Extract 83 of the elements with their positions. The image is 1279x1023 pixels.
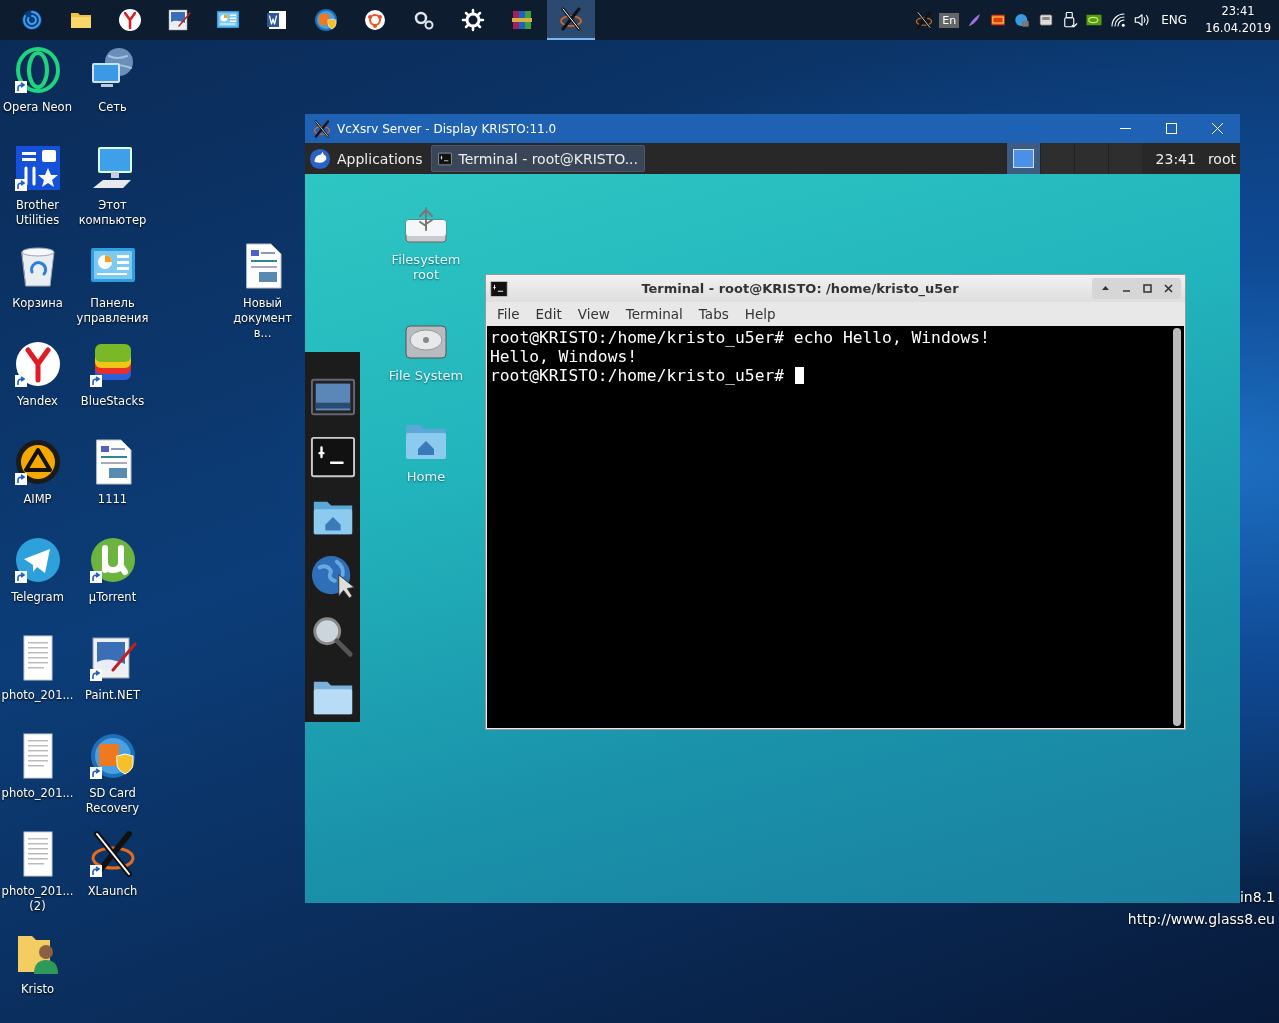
triangle-logo-icon[interactable] [13, 438, 62, 486]
volume-icon[interactable] [1133, 11, 1152, 29]
settings-icon [461, 8, 485, 32]
up-arrow-icon [1100, 284, 1110, 293]
wifi-icon[interactable] [1109, 11, 1128, 29]
desktop-icon-label[interactable]: XLaunch [75, 884, 150, 899]
ring-logo-icon[interactable] [13, 46, 62, 94]
usb-icon[interactable] [1061, 11, 1080, 29]
x-logo-icon [313, 119, 331, 138]
circle-of-friends-icon [363, 8, 387, 32]
desktop-icon-label[interactable]: Корзина [0, 296, 75, 311]
applications-menu-button[interactable]: Applications [305, 143, 431, 174]
terminal-icon [437, 151, 452, 166]
browser-logo-icon [118, 8, 142, 32]
workspace-switcher-button[interactable] [1107, 143, 1142, 174]
desktop-icon-label[interactable]: Opera Neon [0, 100, 75, 115]
desktop-icon-label[interactable]: photo_201... [0, 786, 75, 801]
panel-user[interactable]: root [1203, 150, 1240, 167]
mouse-logo-icon [309, 147, 331, 170]
desktop-icon-label[interactable]: Paint.NET [75, 688, 150, 703]
menu-item[interactable]: Terminal [617, 306, 691, 322]
terminal-line: Hello, Windows! [490, 347, 638, 366]
menu-item[interactable]: View [569, 306, 618, 322]
x-logo-taskbar-button[interactable] [547, 0, 595, 40]
scrollbar[interactable] [1173, 328, 1181, 726]
menu-item[interactable]: Help [736, 306, 784, 322]
language-indicator[interactable]: En [939, 12, 960, 28]
panel-clock[interactable]: 23:41 [1147, 150, 1204, 167]
desktop-icon-label[interactable]: µTorrent [75, 590, 150, 605]
desktop-icon-label[interactable]: SD Card Recovery [75, 786, 150, 816]
menu-item[interactable]: File [489, 306, 528, 322]
menu-item[interactable]: Edit [527, 306, 570, 322]
globe-cursor-icon [309, 554, 356, 600]
desktop-icon-label[interactable]: Этот компьютер [75, 198, 150, 228]
input-language[interactable]: ENG [1161, 13, 1188, 27]
x-logo-icon [559, 7, 583, 31]
clock-time[interactable]: 23:41 [1221, 3, 1255, 20]
text-cursor [795, 367, 805, 384]
swirl-logo-icon [20, 8, 44, 32]
desktop-overlay-text: in8.1 [1239, 888, 1275, 907]
desktop-icon-label[interactable]: Новый документ в... [225, 296, 300, 341]
desktop-icon-label[interactable]: Telegram [0, 590, 75, 605]
paper-plane-icon[interactable] [13, 536, 62, 584]
window-title: Terminal - root@KRISTO: /home/kristo_u5er [640, 281, 960, 296]
desktop-icon-label[interactable]: BlueStacks [75, 394, 150, 409]
sd-card-icon [314, 8, 338, 32]
maximize-icon [1142, 284, 1152, 293]
desktop-icon-label[interactable]: Сеть [75, 100, 150, 115]
word-document-icon [265, 8, 289, 32]
drive-icon[interactable] [1037, 11, 1056, 29]
desktop-icon-label[interactable]: 1111 [75, 492, 150, 507]
terminal-icon [309, 434, 356, 480]
desktop-icon-label[interactable]: photo_201... [0, 688, 75, 703]
globe-cursor-launcher[interactable] [309, 554, 356, 600]
toolbox-tiles-icon[interactable] [13, 144, 62, 192]
browser-logo-icon[interactable] [13, 340, 62, 388]
desktop-overlay-text: http://www.glass8.eu [1127, 910, 1275, 929]
terminal-line: root@KRISTO:/home/kristo_u5er# [490, 366, 785, 385]
maximize-icon [1165, 123, 1177, 134]
picture-brush-icon [167, 8, 191, 32]
terminal-line: root@KRISTO:/home/kristo_u5er# echo Hello, Windows! [490, 328, 990, 347]
desktop-icon-label[interactable]: Brother Utilities [0, 198, 75, 228]
close-icon [1211, 123, 1223, 134]
workspace-switcher-button[interactable] [1005, 143, 1040, 174]
workspace-switcher-button[interactable] [1073, 143, 1108, 174]
desktop-icon-label[interactable]: Kristo [0, 982, 75, 997]
window-title: VcXsrv Server - Display KRISTO:11.0 [337, 121, 557, 136]
desktop-icon-label[interactable]: Панель управления [75, 296, 150, 326]
archive-books-icon [510, 8, 534, 32]
desktop-icon-label[interactable]: AIMP [0, 492, 75, 507]
desktop-icon-label[interactable]: Yandex [0, 394, 75, 409]
close-icon [1163, 284, 1173, 293]
sd-card-icon[interactable] [88, 732, 137, 780]
x-logo-icon[interactable] [915, 11, 934, 29]
workspace-switcher-button[interactable] [1039, 143, 1074, 174]
cloud-icon[interactable] [1013, 11, 1032, 29]
terminal-launcher[interactable] [309, 434, 356, 480]
menu-item[interactable]: Tabs [690, 306, 737, 322]
torrent-logo-icon[interactable] [88, 536, 137, 584]
taskbar-window-button[interactable]: Terminal - root@KRISTO... [430, 145, 645, 172]
clock-date[interactable]: 16.04.2019 [1205, 20, 1271, 37]
desktop-icon-label[interactable]: photo_201... (2) [0, 884, 75, 914]
terminal-icon [490, 279, 508, 298]
